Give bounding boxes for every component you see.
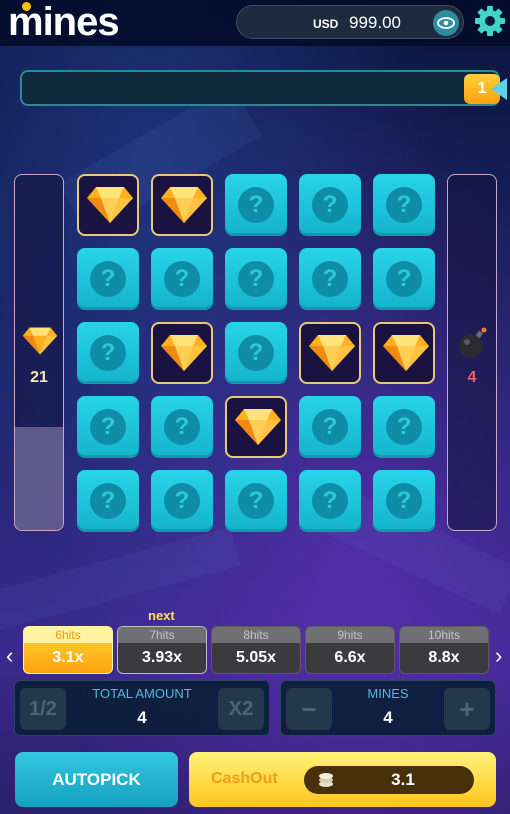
hidden-tile[interactable]: ? [77,396,139,458]
hidden-tile[interactable]: ? [225,174,287,236]
mines-count: 4 [467,369,477,386]
multiplier-hits: 10hits [400,627,488,643]
half-bet-button[interactable]: 1/2 [20,688,66,730]
multiplier-value: 3.1x [52,649,84,666]
multiplier-value: 3.93x [141,649,183,666]
autopick-button[interactable]: AUTOPICK [15,752,178,807]
question-mark-icon: ? [312,483,348,519]
balance-display: USD 999.00 [236,5,464,39]
balance-amount: 999.00 [349,13,401,32]
gems-remaining-count: 21 [30,369,48,386]
question-mark-icon: ? [312,261,348,297]
chevron-right-icon[interactable]: › [495,643,502,669]
revealed-gem-tile [299,322,361,384]
bomb-icon [455,325,491,358]
multiplier-card: 7hits 3.93x [117,626,207,674]
multiplier-value: 5.05x [235,649,277,666]
question-mark-icon: ? [164,409,200,445]
hidden-tile[interactable]: ? [299,248,361,310]
gems-fill-level [15,427,63,530]
logo-dot [22,2,31,11]
cashout-button[interactable]: CashOut 3.1 [189,752,496,807]
question-mark-icon: ? [238,261,274,297]
revealed-gem-tile [151,322,213,384]
game-logo: mines [8,2,120,42]
cashout-amount: 3.1 [391,770,415,789]
multiplier-card: 10hits 8.8x [399,626,489,674]
question-mark-icon: ? [312,409,348,445]
revealed-gem-tile [225,396,287,458]
gems-remaining-panel: 21 [14,174,64,531]
double-bet-button[interactable]: X2 [218,688,264,730]
multiplier-card: 6hits 3.1x [23,626,113,674]
question-mark-icon: ? [90,261,126,297]
question-mark-icon: ? [164,483,200,519]
background-shard [0,527,241,633]
multiplier-hits: 6hits [24,627,112,643]
progress-bar [20,70,500,106]
revealed-gem-tile [77,174,139,236]
gear-icon[interactable] [473,4,507,38]
decrease-mines-button[interactable]: − [286,688,332,730]
hidden-tile[interactable]: ? [151,248,213,310]
hidden-tile[interactable]: ? [299,470,361,532]
question-mark-icon: ? [386,483,422,519]
multiplier-value: 6.6x [334,649,366,666]
question-mark-icon: ? [238,335,274,371]
hidden-tile[interactable]: ? [151,470,213,532]
multiplier-hits: 8hits [212,627,300,643]
next-label: next [148,608,175,623]
question-mark-icon: ? [90,335,126,371]
question-mark-icon: ? [386,409,422,445]
hidden-tile[interactable]: ? [225,470,287,532]
question-mark-icon: ? [238,187,274,223]
hidden-tile[interactable]: ? [373,396,435,458]
revealed-gem-tile [151,174,213,236]
question-mark-icon: ? [312,187,348,223]
hidden-tile[interactable]: ? [373,174,435,236]
question-mark-icon: ? [386,187,422,223]
question-mark-icon: ? [238,483,274,519]
currency-label: USD [313,17,339,31]
progress-arrow-icon [491,78,507,100]
question-mark-icon: ? [164,261,200,297]
hidden-tile[interactable]: ? [373,248,435,310]
eye-icon[interactable] [433,10,459,36]
hidden-tile[interactable]: ? [225,322,287,384]
hidden-tile[interactable]: ? [299,174,361,236]
multiplier-card: 9hits 6.6x [305,626,395,674]
hidden-tile[interactable]: ? [299,396,361,458]
hidden-tile[interactable]: ? [151,396,213,458]
revealed-gem-tile [373,322,435,384]
multiplier-hits: 7hits [118,627,206,643]
hidden-tile[interactable]: ? [373,470,435,532]
multiplier-value: 8.8x [428,649,460,666]
chevron-left-icon[interactable]: ‹ [6,643,13,669]
gem-icon [22,325,58,357]
hidden-tile[interactable]: ? [77,470,139,532]
question-mark-icon: ? [386,261,422,297]
multiplier-card: 8hits 5.05x [211,626,301,674]
hidden-tile[interactable]: ? [77,248,139,310]
cashout-label: CashOut [211,770,278,787]
question-mark-icon: ? [90,483,126,519]
cashout-amount-pill: 3.1 [304,766,474,794]
hidden-tile[interactable]: ? [225,248,287,310]
increase-mines-button[interactable]: + [444,688,490,730]
multiplier-hits: 9hits [306,627,394,643]
hidden-tile[interactable]: ? [77,322,139,384]
header-bar: mines USD 999.00 [0,0,510,46]
mines-count-panel: 4 [447,174,497,531]
question-mark-icon: ? [90,409,126,445]
